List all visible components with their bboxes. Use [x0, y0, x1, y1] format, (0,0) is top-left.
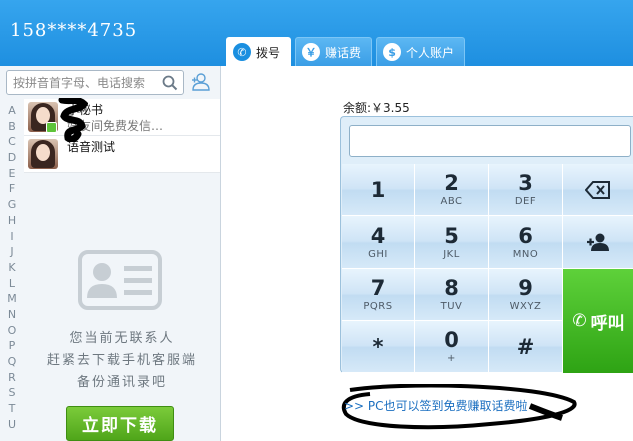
contact-item[interactable]: 语音测试 [24, 136, 220, 173]
alpha-letter[interactable]: N [5, 307, 19, 323]
key-digit: 9 [518, 276, 533, 300]
add-contact-icon[interactable] [190, 72, 212, 92]
alpha-letter[interactable]: K [5, 260, 19, 276]
key-0[interactable]: 0 + [415, 321, 489, 373]
contact-list: 小秘书 好友间免费发信… 语音测试 [24, 99, 220, 173]
key-letters: JKL [443, 248, 460, 260]
promo-link-area: >> PC也可以签到免费赚取话费啦 [340, 384, 580, 434]
call-button[interactable]: ✆ 呼叫 [563, 269, 633, 373]
alpha-letter[interactable]: I [5, 229, 19, 245]
key-5[interactable]: 5 JKL [415, 216, 489, 269]
alpha-letter[interactable]: C [5, 134, 19, 150]
key-7[interactable]: 7 PQRS [342, 269, 415, 321]
key-digit: 6 [518, 223, 533, 248]
contact-search-box[interactable] [6, 70, 184, 95]
tab-earn-credit-label: 赚话费 [325, 45, 362, 60]
alpha-letter[interactable]: E [5, 166, 19, 182]
key-digit: 8 [444, 276, 459, 300]
alpha-letter[interactable]: H [5, 213, 19, 229]
key-letters: DEF [514, 196, 537, 207]
add-person-icon [587, 233, 609, 251]
add-contact-button[interactable] [563, 216, 633, 269]
alpha-letter[interactable]: T [5, 401, 19, 417]
redaction-scribble [58, 98, 88, 142]
alpha-letter[interactable]: A [5, 103, 19, 119]
alpha-letter[interactable]: G [5, 197, 19, 213]
alpha-letter[interactable]: M [5, 291, 19, 307]
alpha-letter[interactable]: B [5, 119, 19, 135]
call-label: 呼叫 [590, 313, 625, 334]
key-2[interactable]: 2 ABC [415, 164, 489, 216]
dial-panel: 余额:￥3.55 1 2ABC 3DEF 4GHI 5JKL 6MNO [222, 66, 633, 441]
alpha-letter[interactable]: P [5, 338, 19, 354]
key-digit: 3 [518, 171, 533, 195]
tab-earn-credit[interactable]: ￥ 赚话费 [295, 37, 373, 66]
key-digit: # [516, 334, 535, 359]
search-input[interactable] [13, 74, 158, 92]
alpha-letter[interactable]: D [5, 150, 19, 166]
key-4[interactable]: 4 GHI [342, 216, 415, 269]
tab-dial-label: 拨号 [256, 45, 281, 60]
alpha-letter[interactable]: O [5, 323, 19, 339]
tab-personal-account-label: 个人账户 [406, 45, 455, 60]
wechat-badge-icon [46, 122, 57, 133]
contacts-sidebar: A B C D E F G H I J K L M N O P Q R S T … [0, 66, 221, 441]
key-1[interactable]: 1 [342, 164, 415, 216]
dialer: 1 2 ABC 3 DEF 4 GHI 5 JKL 6 MNO 7 PQRS 8… [340, 116, 633, 373]
tab-bar: ✆ 拨号 ￥ 赚话费 $ 个人账户 [226, 37, 469, 66]
key-letters: GHI [368, 248, 388, 260]
empty-line: 备份通讯录吧 [76, 375, 167, 390]
alpha-letter[interactable]: Q [5, 354, 19, 370]
search-icon[interactable] [161, 74, 179, 92]
key-letters: MNO [512, 248, 539, 260]
key-digit: 4 [370, 223, 386, 248]
key-digit: 7 [370, 276, 386, 300]
balance-label: 余额:￥3.55 [343, 101, 410, 115]
number-input[interactable] [349, 125, 631, 157]
pc-checkin-link[interactable]: >> PC也可以签到免费赚取话费啦 [344, 397, 528, 414]
key-letters: PQRS [363, 301, 393, 312]
avatar [28, 139, 58, 169]
key-digit: 2 [444, 171, 459, 195]
key-digit: 1 [370, 177, 386, 202]
key-letters: WXYZ [509, 301, 542, 312]
key-3[interactable]: 3 DEF [489, 164, 563, 216]
key-digit: 5 [444, 223, 459, 248]
download-now-button[interactable]: 立即下载 [66, 406, 174, 441]
alpha-letter[interactable]: F [5, 181, 19, 197]
key-star[interactable]: * [342, 321, 415, 373]
backspace-button[interactable] [563, 164, 633, 216]
contact-item[interactable]: 小秘书 好友间免费发信… [24, 99, 220, 136]
key-8[interactable]: 8 TUV [415, 269, 489, 321]
keypad: 1 2 ABC 3 DEF 4 GHI 5 JKL 6 MNO 7 PQRS 8… [342, 164, 633, 373]
alpha-letter[interactable]: J [5, 244, 19, 260]
key-digit: 0 [444, 328, 459, 352]
title-bar: 158****4735 ✆ 拨号 ￥ 赚话费 $ 个人账户 [0, 0, 633, 66]
tab-dial[interactable]: ✆ 拨号 [226, 37, 292, 66]
key-6[interactable]: 6 MNO [489, 216, 563, 269]
key-9[interactable]: 9 WXYZ [489, 269, 563, 321]
account-phone-number: 158****4735 [10, 20, 138, 41]
empty-line: 您当前无联系人 [69, 331, 175, 346]
contact-card-icon [78, 250, 162, 310]
empty-contacts-message: 您当前无联系人 赶紧去下载手机客服端 备份通讯录吧 [24, 328, 220, 394]
money-bag-icon: ￥ [302, 43, 321, 61]
alpha-letter[interactable]: L [5, 276, 19, 292]
key-letters: + [447, 353, 456, 364]
alphabet-index: A B C D E F G H I J K L M N O P Q R S T … [5, 103, 19, 432]
key-digit: * [372, 334, 384, 359]
phone-icon: ✆ [233, 43, 251, 61]
key-hash[interactable]: # [489, 321, 563, 373]
key-letters: TUV [440, 301, 463, 312]
alpha-letter[interactable]: S [5, 385, 19, 401]
alpha-letter[interactable]: R [5, 370, 19, 386]
alpha-letter[interactable]: U [5, 417, 19, 433]
key-letters: ABC [440, 196, 463, 207]
phone-icon: ✆ [572, 311, 587, 331]
backspace-icon [585, 180, 610, 199]
tab-personal-account[interactable]: $ 个人账户 [376, 37, 466, 66]
empty-line: 赶紧去下载手机客服端 [46, 353, 197, 368]
dollar-icon: $ [383, 43, 402, 61]
